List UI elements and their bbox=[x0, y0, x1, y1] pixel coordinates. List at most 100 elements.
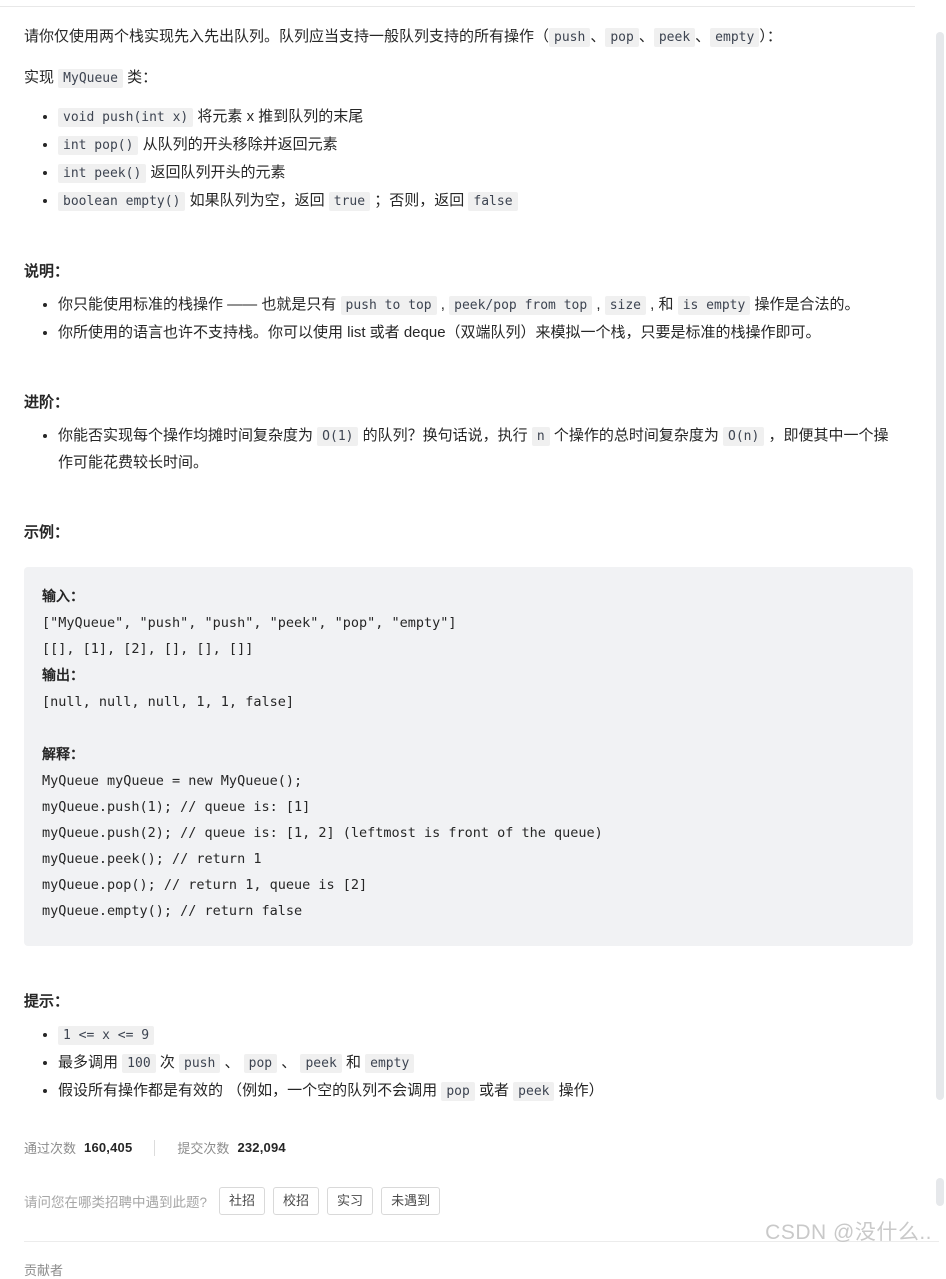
inline-code-pop: pop bbox=[605, 28, 639, 47]
accepted-count-label: 通过次数 bbox=[24, 1141, 77, 1156]
advanced-text-3: 个操作的总时间复杂度为 bbox=[549, 427, 723, 444]
implement-class-paragraph: 实现 MyQueue 类： bbox=[24, 63, 891, 94]
inline-code-empty-hint: empty bbox=[365, 1054, 415, 1073]
separator-3: 、 bbox=[695, 28, 711, 45]
section-title-notes: 说明： bbox=[24, 263, 70, 280]
inline-code-range: 1 <= x <= 9 bbox=[58, 1026, 155, 1045]
inline-code-myqueue: MyQueue bbox=[58, 69, 123, 88]
description-text-2: ）： bbox=[759, 28, 782, 45]
list-item: int peek() 返回队列开头的元素 bbox=[58, 160, 891, 187]
note-sep-1: , bbox=[436, 296, 450, 313]
implement-text-suffix: 类： bbox=[122, 69, 158, 86]
list-item: int pop() 从队列的开头移除并返回元素 bbox=[58, 132, 891, 159]
inline-code-size: size bbox=[604, 296, 647, 315]
example-code-block: 输入： ["MyQueue", "push", "push", "peek", … bbox=[24, 567, 913, 946]
inline-code-peek-pop-from-top: peek/pop from top bbox=[449, 296, 593, 315]
explanation-line: myQueue.peek(); // return 1 bbox=[42, 851, 262, 867]
description-text-1: 请你仅使用两个栈实现先入先出队列。队列应当支持一般队列支持的所有操作（ bbox=[24, 28, 550, 45]
hint-sep-1: 、 bbox=[220, 1054, 244, 1071]
method-description: 返回队列开头的元素 bbox=[146, 164, 286, 181]
note-sep-3: , 和 bbox=[646, 296, 678, 313]
explanation-line: MyQueue myQueue = new MyQueue(); bbox=[42, 773, 303, 789]
top-divider bbox=[0, 6, 915, 7]
stats-divider bbox=[154, 1139, 156, 1156]
list-item: 你只能使用标准的栈操作 —— 也就是只有 push to top , peek/… bbox=[58, 292, 891, 319]
notes-list: 你只能使用标准的栈操作 —— 也就是只有 push to top , peek/… bbox=[24, 292, 891, 346]
section-title-advanced: 进阶： bbox=[24, 394, 70, 411]
contributors-label: 贡献者 bbox=[24, 1263, 64, 1278]
poll-option-xiaozhao[interactable]: 校招 bbox=[273, 1187, 320, 1215]
inline-code-push: push bbox=[549, 28, 591, 47]
inline-code-peek-hint: peek bbox=[300, 1054, 342, 1073]
problem-page: 请你仅使用两个栈实现先入先出队列。队列应当支持一般队列支持的所有操作（ push、… bbox=[0, 0, 946, 1278]
input-line-2: [[], [1], [2], [], [], []] bbox=[42, 641, 254, 657]
list-item: 你能否实现每个操作均摊时间复杂度为 O(1) 的队列？换句话说，执行 n 个操作… bbox=[58, 423, 891, 476]
inline-code-n: n bbox=[531, 427, 550, 446]
bottom-divider bbox=[24, 1241, 939, 1242]
list-item: 最多调用 100 次 push 、 pop 、 peek 和 empty bbox=[58, 1050, 891, 1077]
hint-text-6: 操作） bbox=[554, 1082, 604, 1099]
accepted-count-value: 160,405 bbox=[84, 1140, 133, 1155]
list-item: 你所使用的语言也许不支持栈。你可以使用 list 或者 deque（双端队列）来… bbox=[58, 320, 891, 346]
poll-question: 请问您在哪类招聘中遇到此题? bbox=[24, 1195, 208, 1210]
inline-code-empty: empty bbox=[710, 28, 760, 47]
output-label: 输出： bbox=[42, 667, 84, 683]
explanation-line: myQueue.push(1); // queue is: [1] bbox=[42, 799, 311, 815]
note-text-1: 你只能使用标准的栈操作 —— 也就是只有 bbox=[58, 296, 341, 313]
submissions-count-label: 提交次数 bbox=[177, 1141, 230, 1156]
inline-code-int-pop: int pop() bbox=[58, 136, 139, 155]
problem-content: 请你仅使用两个栈实现先入先出队列。队列应当支持一般队列支持的所有操作（ push、… bbox=[0, 22, 939, 1279]
inline-code-void-push: void push(int x) bbox=[58, 108, 194, 127]
inline-code-100: 100 bbox=[122, 1054, 156, 1073]
list-item: void push(int x) 将元素 x 推到队列的末尾 bbox=[58, 104, 891, 131]
hint-text-3: 和 bbox=[341, 1054, 366, 1071]
problem-stats: 通过次数 160,405 提交次数 232,094 bbox=[24, 1138, 891, 1157]
section-title-example: 示例： bbox=[24, 524, 70, 541]
method-description: 从队列的开头移除并返回元素 bbox=[138, 136, 338, 153]
inline-code-on: O(n) bbox=[723, 427, 765, 446]
explanation-label: 解释： bbox=[42, 746, 84, 762]
inline-code-boolean-empty: boolean empty() bbox=[58, 192, 186, 211]
poll-option-shezhao[interactable]: 社招 bbox=[219, 1187, 266, 1215]
note-text-2: 操作是合法的。 bbox=[750, 296, 860, 313]
hint-text-5: 或者 bbox=[474, 1082, 514, 1099]
inline-code-pop-hint-2: pop bbox=[441, 1082, 475, 1101]
inline-code-false: false bbox=[468, 192, 518, 211]
advanced-text-2: 的队列？换句话说，执行 bbox=[358, 427, 532, 444]
inline-code-pop-hint: pop bbox=[243, 1054, 278, 1073]
explanation-line: myQueue.pop(); // return 1, queue is [2] bbox=[42, 877, 368, 893]
explanation-line: myQueue.empty(); // return false bbox=[42, 903, 303, 919]
hint-sep-2: 、 bbox=[277, 1054, 301, 1071]
inline-code-push-to-top: push to top bbox=[340, 296, 437, 315]
poll-option-shixi[interactable]: 实习 bbox=[327, 1187, 374, 1215]
list-item: 假设所有操作都是有效的 （例如，一个空的队列不会调用 pop 或者 peek 操… bbox=[58, 1078, 891, 1105]
list-item: 1 <= x <= 9 bbox=[58, 1022, 891, 1049]
implement-text-prefix: 实现 bbox=[24, 69, 59, 86]
hint-text-2: 次 bbox=[155, 1054, 179, 1071]
page-scrollbar[interactable] bbox=[936, 32, 944, 1100]
method-description-a: 如果队列为空，返回 bbox=[185, 192, 329, 209]
advanced-list: 你能否实现每个操作均摊时间复杂度为 O(1) 的队列？换句话说，执行 n 个操作… bbox=[24, 423, 891, 476]
problem-description-paragraph: 请你仅使用两个栈实现先入先出队列。队列应当支持一般队列支持的所有操作（ push、… bbox=[24, 22, 891, 53]
method-list: void push(int x) 将元素 x 推到队列的末尾 int pop()… bbox=[24, 104, 891, 215]
section-title-hints: 提示： bbox=[24, 993, 70, 1010]
advanced-text-1: 你能否实现每个操作均摊时间复杂度为 bbox=[58, 427, 318, 444]
explanation-line: myQueue.push(2); // queue is: [1, 2] (le… bbox=[42, 825, 603, 841]
secondary-scrollbar[interactable] bbox=[936, 1178, 944, 1206]
poll-option-weiyudao[interactable]: 未遇到 bbox=[381, 1187, 441, 1215]
method-description-b: ；否则，返回 bbox=[370, 192, 469, 209]
inline-code-true: true bbox=[328, 192, 371, 211]
separator-2: 、 bbox=[638, 28, 654, 45]
note-sep-2: , bbox=[592, 296, 605, 313]
hints-list: 1 <= x <= 9 最多调用 100 次 push 、 pop 、 peek… bbox=[24, 1022, 891, 1105]
separator-1: 、 bbox=[590, 28, 606, 45]
list-item: boolean empty() 如果队列为空，返回 true ；否则，返回 fa… bbox=[58, 188, 891, 215]
method-description: 将元素 x 推到队列的末尾 bbox=[193, 108, 364, 125]
inline-code-o1: O(1) bbox=[317, 427, 359, 446]
